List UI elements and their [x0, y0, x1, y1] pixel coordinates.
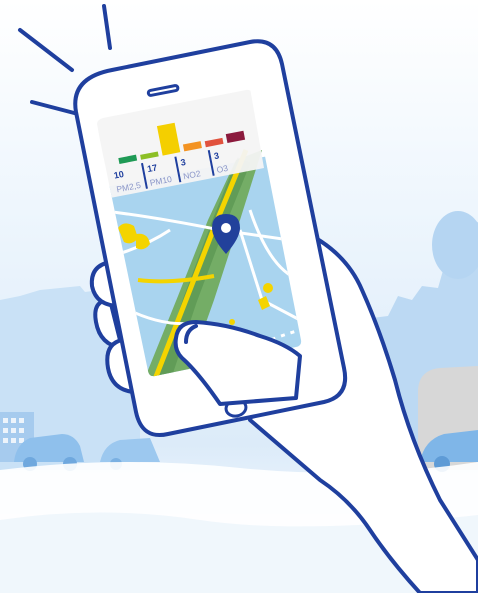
illustration-canvas: 10PM2,517PM103NO23O3	[0, 0, 478, 593]
pollutant-value: 10	[113, 169, 125, 181]
pollutant-value: 17	[146, 162, 158, 174]
air-quality-illustration: 10 PM2,5 17 PM10 3 NO2 3 O3	[0, 0, 478, 593]
